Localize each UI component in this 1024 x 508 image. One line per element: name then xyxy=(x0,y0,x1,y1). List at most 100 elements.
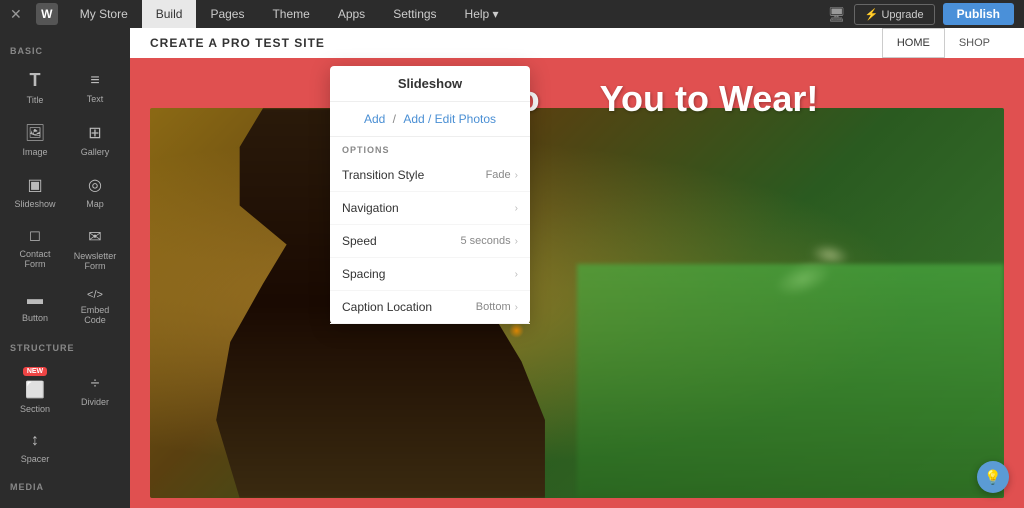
transition-style-value: Fade › xyxy=(486,169,518,181)
contact-form-icon: ☐ xyxy=(29,229,41,245)
basic-grid: T Title ≡ Text 🖼 Image ⊞ Gallery ▣ Slide… xyxy=(0,60,130,335)
option-caption-location[interactable]: Caption Location Bottom › xyxy=(330,291,530,324)
tab-theme[interactable]: Theme xyxy=(258,0,323,28)
monitor-icon[interactable]: 🖥 xyxy=(828,6,846,23)
site-nav-home[interactable]: HOME xyxy=(882,28,945,58)
structure-grid: NEW ⬜ Section ÷ Divider ↕ Spacer xyxy=(0,357,130,474)
close-button[interactable]: ✕ xyxy=(10,6,22,23)
sidebar-item-slideshow[interactable]: ▣ Slideshow xyxy=(6,167,64,217)
section-label-structure: STRUCTURE xyxy=(0,335,130,357)
add-edit-photos-link[interactable]: Add / Add / Edit Photos xyxy=(330,102,530,137)
slideshow-icon: ▣ xyxy=(27,175,42,195)
newsletter-label: Newsletter Form xyxy=(70,251,120,271)
sidebar-item-section[interactable]: NEW ⬜ Section xyxy=(6,359,64,422)
sidebar-item-button[interactable]: ▬ Button xyxy=(6,281,64,333)
site-header: CREATE A PRO TEST SITE HOME SHOP xyxy=(130,28,1024,58)
site-nav: HOME SHOP xyxy=(882,28,1004,58)
options-label: OPTIONS xyxy=(330,137,530,159)
divider-icon: ÷ xyxy=(91,375,100,393)
spacing-value: › xyxy=(515,269,518,280)
text-label: Text xyxy=(87,94,104,104)
transition-style-label: Transition Style xyxy=(342,168,424,182)
chevron-right-icon-5: › xyxy=(515,302,518,313)
background-green xyxy=(577,264,1004,498)
main-layout: BASIC T Title ≡ Text 🖼 Image ⊞ Gallery ▣… xyxy=(0,28,1024,508)
publish-button[interactable]: Publish xyxy=(943,3,1014,25)
sidebar-item-spacer[interactable]: ↕ Spacer xyxy=(6,424,64,472)
lightbulb-icon: 💡 xyxy=(984,469,1001,486)
option-transition-style[interactable]: Transition Style Fade › xyxy=(330,159,530,192)
sidebar-item-title[interactable]: T Title xyxy=(6,62,64,113)
speed-value: 5 seconds › xyxy=(461,235,519,247)
sidebar-item-embed-code[interactable]: </> Embed Code xyxy=(66,281,124,333)
embed-code-icon: </> xyxy=(87,289,103,301)
top-navigation: ✕ W My Store Build Pages Theme Apps Sett… xyxy=(0,0,1024,28)
tab-pages[interactable]: Pages xyxy=(196,0,258,28)
section-label-item: Section xyxy=(20,404,50,414)
navigation-label: Navigation xyxy=(342,201,399,215)
nav-left: ✕ W My Store Build Pages Theme Apps Sett… xyxy=(10,0,828,28)
tab-build[interactable]: Build xyxy=(142,0,197,28)
nav-right: 🖥 ⚡ Upgrade Publish xyxy=(828,3,1014,25)
add-label: Add xyxy=(364,112,385,126)
option-spacing[interactable]: Spacing › xyxy=(330,258,530,291)
media-grid: ▶ HD Video ♪ Audio 📄 Document ▶ YouTube xyxy=(0,496,130,508)
logo: W xyxy=(36,3,58,25)
caption-location-value: Bottom › xyxy=(476,301,518,313)
upgrade-button[interactable]: ⚡ Upgrade xyxy=(854,4,935,25)
option-navigation[interactable]: Navigation › xyxy=(330,192,530,225)
sidebar-item-image[interactable]: 🖼 Image xyxy=(6,115,64,165)
sidebar-item-map[interactable]: ◎ Map xyxy=(66,167,124,217)
contact-form-label: Contact Form xyxy=(10,249,60,269)
help-fab-button[interactable]: 💡 xyxy=(977,461,1009,493)
tab-help[interactable]: Help ▾ xyxy=(451,0,513,28)
site-title: CREATE A PRO TEST SITE xyxy=(150,36,325,50)
image-label: Image xyxy=(22,147,47,157)
tab-apps[interactable]: Apps xyxy=(324,0,379,28)
tab-settings[interactable]: Settings xyxy=(379,0,450,28)
edit-label: Add / Edit Photos xyxy=(403,112,496,126)
site-nav-shop[interactable]: SHOP xyxy=(945,28,1004,58)
chevron-right-icon-4: › xyxy=(515,269,518,280)
newsletter-icon: ✉ xyxy=(88,227,101,247)
divider-label: Divider xyxy=(81,397,109,407)
separator: / xyxy=(393,112,400,126)
sidebar-item-contact-form[interactable]: ☐ Contact Form xyxy=(6,219,64,279)
image-icon: 🖼 xyxy=(25,123,45,143)
gallery-label: Gallery xyxy=(81,147,110,157)
spacer-label: Spacer xyxy=(21,454,50,464)
sidebar-item-hd-video[interactable]: ▶ HD Video xyxy=(6,498,64,508)
pipe-glow xyxy=(509,323,524,338)
button-icon: ▬ xyxy=(27,291,43,309)
hero-title: Making Coo You to Wear! xyxy=(130,78,1024,120)
sidebar-item-gallery[interactable]: ⊞ Gallery xyxy=(66,115,124,165)
sidebar-item-newsletter[interactable]: ✉ Newsletter Form xyxy=(66,219,124,279)
chevron-right-icon-2: › xyxy=(515,203,518,214)
tab-my-store[interactable]: My Store xyxy=(66,0,142,28)
text-icon: ≡ xyxy=(90,72,99,90)
navigation-value: › xyxy=(515,203,518,214)
nav-tabs: My Store Build Pages Theme Apps Settings… xyxy=(66,0,513,28)
title-label: Title xyxy=(27,95,44,105)
section-label-basic: BASIC xyxy=(0,38,130,60)
new-badge: NEW xyxy=(23,367,47,376)
section-icon: ⬜ xyxy=(25,380,45,400)
gallery-icon: ⊞ xyxy=(88,123,101,143)
slideshow-label: Slideshow xyxy=(14,199,55,209)
option-speed[interactable]: Speed 5 seconds › xyxy=(330,225,530,258)
embed-code-label: Embed Code xyxy=(70,305,120,325)
spacing-label: Spacing xyxy=(342,267,385,281)
button-label: Button xyxy=(22,313,48,323)
sidebar-item-audio[interactable]: ♪ Audio xyxy=(66,498,124,508)
caption-location-label: Caption Location xyxy=(342,300,432,314)
chevron-right-icon: › xyxy=(515,170,518,181)
section-label-media: MEDIA xyxy=(0,474,130,496)
map-label: Map xyxy=(86,199,104,209)
sidebar-item-divider[interactable]: ÷ Divider xyxy=(66,359,124,422)
speed-label: Speed xyxy=(342,234,377,248)
map-icon: ◎ xyxy=(88,175,102,195)
title-icon: T xyxy=(30,70,41,91)
popup-title: Slideshow xyxy=(330,66,530,102)
content-area: CREATE A PRO TEST SITE HOME SHOP Making … xyxy=(130,28,1024,508)
sidebar-item-text[interactable]: ≡ Text xyxy=(66,62,124,113)
